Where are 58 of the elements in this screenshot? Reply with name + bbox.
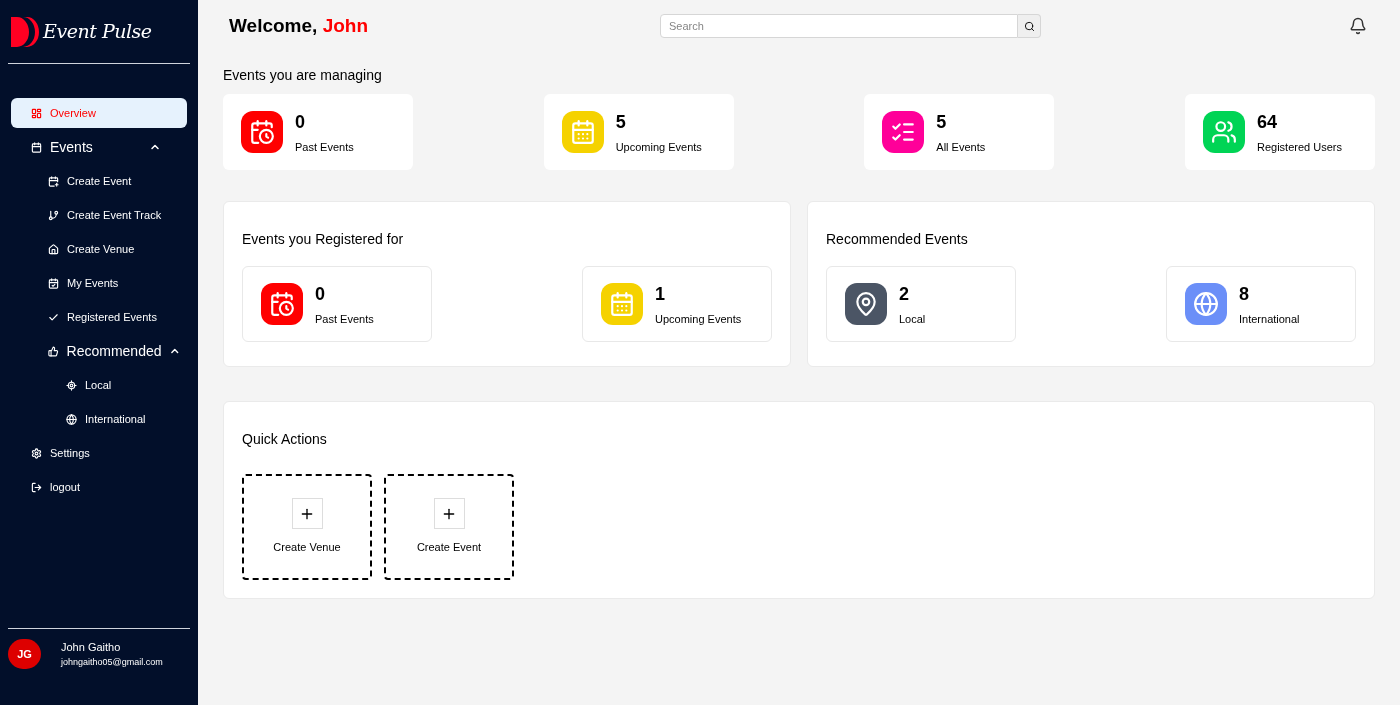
stat-label: Registered Users [1256,139,1342,155]
stat-value: 8 [1239,282,1250,306]
search-icon [1023,20,1035,32]
stat-value: 64 [1256,110,1278,134]
bell-icon [1349,17,1367,35]
sidebar-item[interactable]: Create Event Track [11,200,187,230]
stat-label: All Events [936,139,986,155]
stat-value: 5 [615,110,627,134]
plus-icon [291,498,323,530]
quick-action-button[interactable]: Create Venue [242,474,372,580]
sidebar-item[interactable]: Overview [11,98,187,128]
stat-value: 2 [899,282,910,306]
calendar-icon [31,141,42,153]
user-email: johngaitho05@gmail.com [61,655,163,669]
plus-icon [433,498,465,530]
sidebar-item[interactable]: Create Event [11,166,187,196]
check-icon [48,311,59,323]
stat-label: International [1239,311,1300,327]
sidebar-item[interactable]: Local [11,370,187,400]
dashboard-icon [31,107,42,119]
section-title: Events you are managing [223,66,383,85]
stat-label: Past Events [315,311,374,327]
sidebar-item[interactable]: logout [11,472,187,502]
calendar-icon [48,277,59,289]
quick-action-button[interactable]: Create Event [384,474,514,580]
stat-label: Past Events [295,139,354,155]
search-field[interactable]: Search [660,14,1018,38]
sidebar-item[interactable]: Recommended [11,336,187,366]
sidebar-item[interactable]: Create Venue [11,234,187,264]
brand-name: Event Pulse [43,19,152,45]
sidebar-item[interactable]: Events [11,132,187,162]
globe-icon [66,413,77,425]
panel-title: Events you Registered for [242,230,405,249]
stat-label: Upcoming Events [655,311,742,327]
sidebar-item[interactable]: My Events [11,268,187,298]
avatar: JG [8,639,41,669]
stat-value: 0 [295,110,306,134]
thumbs-up-icon [48,345,59,357]
sidebar-item[interactable]: International [11,404,187,434]
user-name: John Gaitho [61,640,122,655]
stat-label: Upcoming Events [615,139,702,155]
panel-title: Recommended Events [826,230,969,249]
sidebar-item[interactable]: Settings [11,438,187,468]
logout-icon [31,481,42,493]
search-button[interactable] [1018,14,1041,38]
target-icon [66,379,77,391]
calendar-icon [48,175,59,187]
logo-icon [11,16,39,47]
stat-value: 1 [655,282,666,306]
panel-title: Quick Actions [242,430,328,449]
sidebar-item[interactable]: Registered Events [11,302,187,332]
welcome-heading: Welcome, John [229,13,369,38]
stat-label: Local [899,311,926,327]
stat-value: 5 [936,110,948,134]
branch-icon [48,209,59,221]
stat-value: 0 [315,282,326,306]
gear-icon [31,447,42,459]
house-icon [48,243,59,255]
